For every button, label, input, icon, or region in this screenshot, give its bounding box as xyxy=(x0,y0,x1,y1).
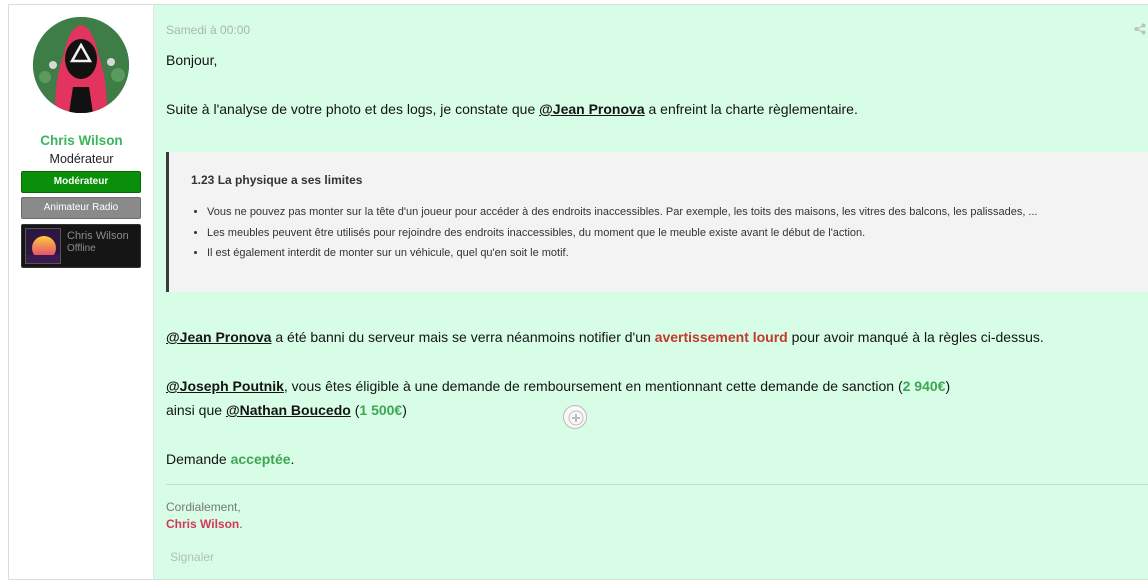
analysis-text-end: a enfreint la charte règlementaire. xyxy=(644,101,858,117)
refund-line: @Joseph Poutnik, vous êtes éligible à un… xyxy=(166,378,950,394)
refund2-amount: 1 500€ xyxy=(359,402,403,418)
decision-end: . xyxy=(290,451,295,467)
rule-quote: 1.23 La physique a ses limites Vous ne p… xyxy=(166,152,1148,292)
refund2-close: ) xyxy=(402,402,407,418)
refund2-text: ainsi que xyxy=(166,402,226,418)
user-title: Modérateur xyxy=(49,152,114,166)
rule-list: Vous ne pouvez pas monter sur la tête d'… xyxy=(207,206,1038,268)
rule-item: Il est également interdit de monter sur … xyxy=(207,247,1038,268)
mention-joseph-poutnik[interactable]: @Joseph Poutnik xyxy=(166,378,284,394)
signature: Chris Wilson. xyxy=(166,517,243,531)
ban-line: @Jean Pronova a été banni du serveur mai… xyxy=(166,329,1044,345)
rule-title: 1.23 La physique a ses limites xyxy=(191,173,363,187)
greeting: Bonjour, xyxy=(166,52,218,68)
regards: Cordialement, xyxy=(166,500,241,514)
rule-item: Les meubles peuvent être utilisés pour r… xyxy=(207,227,1038,248)
signature-dot: . xyxy=(239,517,243,531)
refund-text: , vous êtes éligible à une demande de re… xyxy=(283,378,903,394)
analysis-line: Suite à l'analyse de votre photo et des … xyxy=(166,101,858,117)
refund-line-2: ainsi que @Nathan Boucedo (1 500€) xyxy=(166,402,407,418)
refund-text-end: ) xyxy=(945,378,951,394)
signature-name: Chris Wilson xyxy=(166,517,240,531)
mention-jean-pronova[interactable]: @Jean Pronova xyxy=(166,329,271,345)
user-status-card[interactable]: Chris Wilson Offline xyxy=(21,224,141,268)
forum-post: Chris Wilson Modérateur Modérateur Anima… xyxy=(8,4,1148,580)
rule-item: Vous ne pouvez pas monter sur la tête d'… xyxy=(207,206,1038,227)
user-sidebar: Chris Wilson Modérateur Modérateur Anima… xyxy=(9,5,154,579)
analysis-text: Suite à l'analyse de votre photo et des … xyxy=(166,101,540,117)
ban-text-end: pour avoir manqué à la règles ci-dessus. xyxy=(787,329,1044,345)
zoom-plus-icon[interactable] xyxy=(563,405,587,429)
user-name[interactable]: Chris Wilson xyxy=(9,133,154,148)
moderator-banner: Modérateur xyxy=(21,171,141,193)
mention-nathan-boucedo[interactable]: @Nathan Boucedo xyxy=(226,402,351,418)
share-icon[interactable] xyxy=(1134,23,1146,35)
sunset-thumbnail xyxy=(25,228,61,264)
decision-text: Demande xyxy=(166,451,231,467)
post-date[interactable]: Samedi à 00:00 xyxy=(166,23,250,37)
heavy-warning: avertissement lourd xyxy=(654,329,788,345)
status-state: Offline xyxy=(67,243,96,254)
post-body: Samedi à 00:00 Bonjour, Suite à l'analys… xyxy=(154,5,1148,579)
status-user-name: Chris Wilson xyxy=(67,230,129,242)
refund-amount: 2 940€ xyxy=(902,378,946,394)
report-link[interactable]: Signaler xyxy=(170,550,214,564)
user-avatar[interactable] xyxy=(33,17,129,113)
signature-divider xyxy=(166,484,1148,485)
mention-jean-pronova[interactable]: @Jean Pronova xyxy=(539,101,644,117)
decision-line: Demande acceptée. xyxy=(166,451,294,467)
radio-host-banner: Animateur Radio xyxy=(21,197,141,219)
decision-status: acceptée xyxy=(230,451,291,467)
ban-text: a été banni du serveur mais se verra néa… xyxy=(271,329,655,345)
